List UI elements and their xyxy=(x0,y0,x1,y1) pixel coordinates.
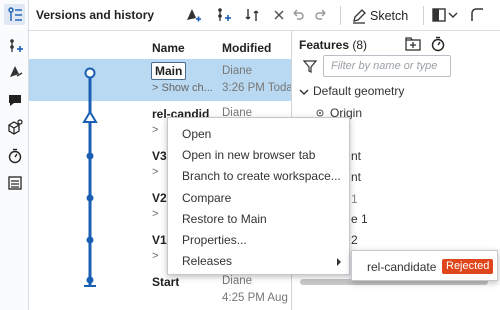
releases-submenu: rel-candidate Rejected xyxy=(351,250,498,281)
version-name: V3 xyxy=(152,149,167,163)
column-modified: Modified xyxy=(222,41,272,55)
menu-item-open-new-tab[interactable]: Open in new browser tab xyxy=(182,145,315,165)
version-subtitle[interactable]: > xyxy=(152,208,158,220)
release-item[interactable]: rel-candidate xyxy=(367,260,436,274)
version-subtitle[interactable]: > xyxy=(152,250,158,262)
column-name: Name xyxy=(152,41,185,55)
version-row[interactable]: Start Diane 4:25 PM Aug xyxy=(29,269,291,310)
feature-item[interactable]: 1 xyxy=(351,192,358,206)
features-title-text: Features xyxy=(299,38,350,52)
extrude-icon[interactable] xyxy=(429,5,449,25)
redo-icon[interactable] xyxy=(312,5,332,25)
submenu-arrow-icon xyxy=(337,258,341,266)
filter-icon xyxy=(303,60,317,73)
panel-title: Versions and history xyxy=(36,8,155,22)
version-context-menu: Open Open in new browser tab Branch to c… xyxy=(167,117,350,275)
left-toolbar xyxy=(0,0,29,310)
version-row-main[interactable]: Main > Show ch... Diane 3:26 PM Toda xyxy=(29,59,291,101)
features-filter-input[interactable] xyxy=(323,55,451,77)
version-subtitle[interactable]: > Show ch... xyxy=(152,82,213,94)
version-name: Main xyxy=(151,62,187,80)
feature-item[interactable]: nt xyxy=(351,170,361,184)
features-title: Features (8) xyxy=(299,38,367,52)
branch-add-icon[interactable] xyxy=(213,5,233,25)
pencil-icon xyxy=(353,8,366,24)
version-subtitle[interactable]: > xyxy=(152,166,158,178)
version-name: V1 xyxy=(152,233,167,247)
undo-icon[interactable] xyxy=(287,5,307,25)
versions-list-header: Name Modified xyxy=(29,31,291,58)
chevron-down-icon[interactable] xyxy=(299,87,309,97)
feature-default-geometry[interactable]: Default geometry xyxy=(313,84,404,98)
versions-history-icon[interactable] xyxy=(4,4,25,25)
toolbar-separator xyxy=(340,6,341,25)
rollback-timer-icon[interactable] xyxy=(430,36,446,52)
sketch-button[interactable]: Sketch xyxy=(351,5,408,26)
feature-item[interactable]: nt xyxy=(351,149,361,163)
version-author: Diane xyxy=(222,65,253,77)
revolve-icon[interactable] xyxy=(467,5,487,25)
appearance-icon[interactable] xyxy=(4,61,25,82)
chevron-down-icon[interactable] xyxy=(447,5,459,25)
feature-item[interactable]: e 1 xyxy=(351,212,368,226)
menu-item-open[interactable]: Open xyxy=(182,124,211,144)
version-name: V2 xyxy=(152,191,167,205)
menu-item-branch[interactable]: Branch to create workspace... xyxy=(182,166,341,186)
feature-item[interactable]: 2 xyxy=(351,233,358,247)
top-toolbar: Versions and history Sketch xyxy=(29,0,500,31)
menu-item-properties[interactable]: Properties... xyxy=(182,230,247,250)
menu-item-releases[interactable]: Releases xyxy=(182,251,232,271)
add-folder-icon[interactable] xyxy=(405,36,421,52)
timer-icon[interactable] xyxy=(4,145,25,166)
version-time: 3:26 PM Toda xyxy=(222,82,291,94)
features-count: (8) xyxy=(352,38,368,52)
menu-item-compare[interactable]: Compare xyxy=(182,188,231,208)
menu-item-restore[interactable]: Restore to Main xyxy=(182,209,267,229)
status-badge: Rejected xyxy=(442,259,494,274)
create-version-icon[interactable] xyxy=(183,5,203,25)
origin-icon xyxy=(316,109,324,117)
sketch-label: Sketch xyxy=(370,8,409,23)
bom-icon[interactable] xyxy=(4,172,25,193)
toolbar-separator xyxy=(423,6,424,25)
version-author: Diane xyxy=(222,275,253,287)
version-subtitle[interactable]: > xyxy=(152,124,158,136)
compare-icon[interactable] xyxy=(242,5,262,25)
mass-properties-icon[interactable] xyxy=(4,116,25,137)
comments-icon[interactable] xyxy=(4,89,25,110)
insert-version-icon[interactable] xyxy=(4,35,25,56)
version-name: Start xyxy=(152,275,180,289)
version-time: 4:25 PM Aug xyxy=(222,292,288,304)
close-icon[interactable] xyxy=(269,5,289,25)
